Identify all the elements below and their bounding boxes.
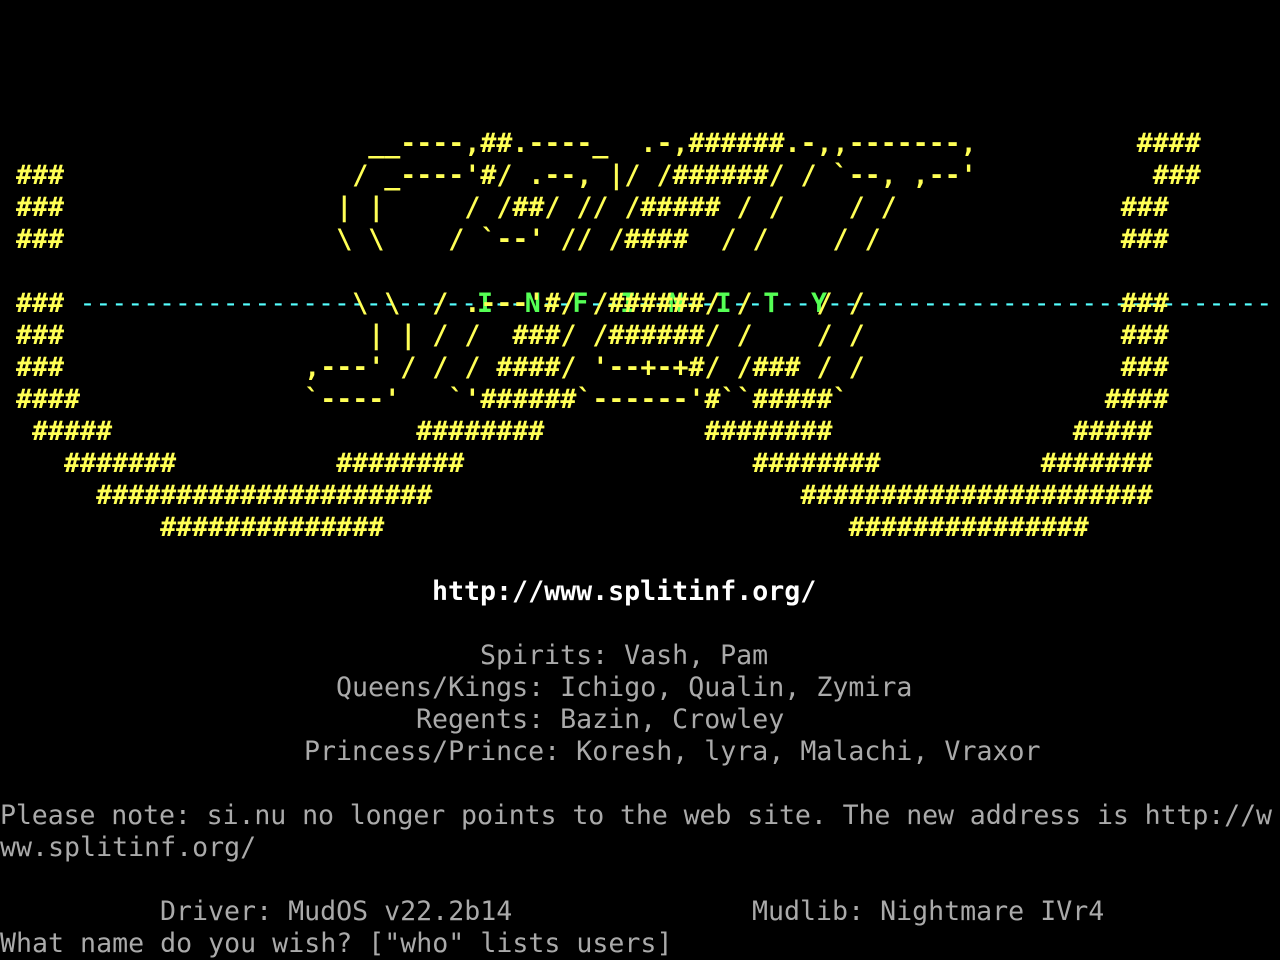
notice-line: Please note: si.nu no longer points to t… (0, 800, 1272, 831)
staff-spirits: Spirits: Vash, Pam (480, 640, 769, 671)
banner-art-line: ############## ############### (0, 512, 1089, 543)
staff-queens-kings: Queens/Kings: Ichigo, Qualin, Zymira (336, 672, 913, 703)
banner-art-line: ### | | / / ###/ /######/ / / / ### (0, 320, 1169, 351)
login-prompt[interactable]: What name do you wish? ["who" lists user… (0, 928, 672, 960)
notice-line: ww.splitinf.org/ (0, 832, 257, 863)
staff-regents: Regents: Bazin, Crowley (416, 704, 785, 735)
mudlib-info: Mudlib: Nightmare IVr4 (752, 896, 1105, 927)
driver-info: Driver: MudOS v22.2b14 (160, 896, 513, 927)
banner-art-line: ### / _----'#/ .--, |/ /######/ / `--, ,… (0, 160, 1201, 191)
banner-art-line: ##################### ##################… (0, 480, 1153, 511)
banner-art-line: ### | | / /##/ // /##### / / / / ### (0, 192, 1169, 223)
banner-art-line: #### `----' `'######`------'#``#####` ##… (0, 384, 1169, 415)
banner-art-line: ### ,---' / / / ####/ '--+-+#/ /### / / … (0, 352, 1169, 383)
website-url: http://www.splitinf.org/ (432, 576, 817, 607)
banner-art-line: ####### ######## ######## ####### (0, 448, 1153, 479)
banner-divider: -------------------------I--N--F--I--N--… (63, 288, 1273, 319)
banner-art-line: __----,##.----_ .-,######.-,,-------, ##… (0, 128, 1201, 159)
banner-art-line: ### \ \ / .---'#/ /######/ / / / ### (0, 288, 1169, 319)
banner-art-line: ### \ \ / `--' // /#### / / / / ### (0, 224, 1169, 255)
banner-art-line: ##### ######## ######## ##### (0, 416, 1153, 447)
staff-princess-prince: Princess/Prince: Koresh, lyra, Malachi, … (304, 736, 1041, 767)
terminal-screen[interactable]: __----,##.----_ .-,######.-,,-------, ##… (0, 0, 1280, 960)
